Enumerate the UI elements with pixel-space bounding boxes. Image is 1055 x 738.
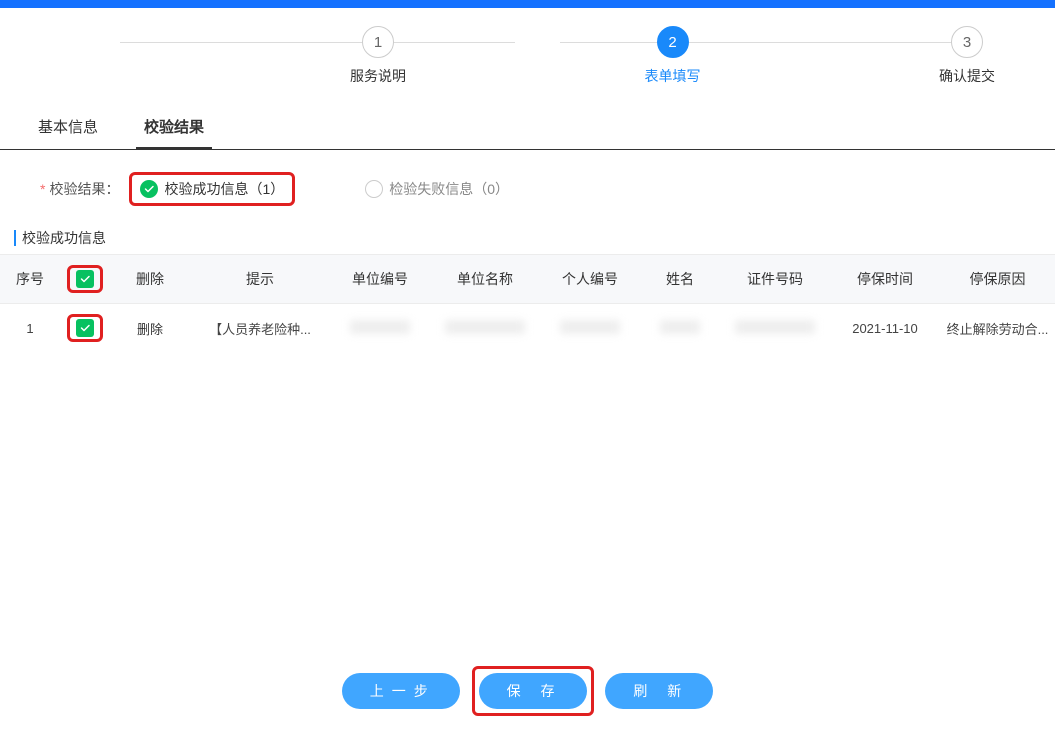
highlight-success-option: 校验成功信息（1）	[129, 172, 295, 206]
th-name: 姓名	[640, 255, 720, 304]
tab-verify-result[interactable]: 校验结果	[136, 106, 212, 150]
highlight-save-button: 保 存	[472, 666, 594, 716]
refresh-button[interactable]: 刷 新	[605, 673, 713, 709]
verify-table: 序号 删除 提示 单位编号 单位名称 个人编号 姓名 证件号码 停保时间 停保原…	[0, 254, 1055, 352]
cell-stopreason: 终止解除劳动合...	[940, 304, 1055, 353]
step-2: 2 表单填写	[645, 26, 701, 86]
cell-idno	[720, 304, 830, 353]
checkbox-all[interactable]	[76, 270, 94, 288]
th-stopreason: 停保原因	[940, 255, 1055, 304]
step-line	[560, 42, 955, 43]
step-label: 确认提交	[939, 66, 995, 86]
cell-delete[interactable]: 删除	[110, 304, 190, 353]
verify-result-label: 校验结果：	[49, 179, 119, 199]
th-idno: 证件号码	[720, 255, 830, 304]
th-delete: 删除	[110, 255, 190, 304]
th-seq: 序号	[0, 255, 60, 304]
radio-success[interactable]: 校验成功信息（1）	[140, 179, 284, 199]
step-label: 服务说明	[350, 66, 406, 86]
step-circle: 2	[657, 26, 689, 58]
cell-name	[640, 304, 720, 353]
th-unitname: 单位名称	[430, 255, 540, 304]
th-stoptime: 停保时间	[830, 255, 940, 304]
top-bar	[0, 0, 1055, 8]
radio-fail[interactable]: 检验失败信息（0）	[365, 179, 509, 199]
cell-checkbox	[60, 304, 110, 353]
section-title-text: 校验成功信息	[22, 228, 106, 248]
action-bar: 上一步 保 存 刷 新	[0, 652, 1055, 738]
radio-success-label: 校验成功信息（1）	[164, 179, 284, 199]
checkbox-row[interactable]	[76, 319, 94, 337]
cell-tip: 【人员养老险种...	[190, 304, 330, 353]
step-line	[120, 42, 515, 43]
th-unitno: 单位编号	[330, 255, 430, 304]
step-1: 1 服务说明	[350, 26, 406, 86]
th-tip: 提示	[190, 255, 330, 304]
highlight-row-checkbox	[67, 314, 103, 342]
table-row: 1 删除 【人员养老险种... 2021-11-10 终止解除劳动合...	[0, 304, 1055, 353]
cell-personno	[540, 304, 640, 353]
cell-unitname	[430, 304, 540, 353]
radio-fail-label: 检验失败信息（0）	[389, 179, 509, 199]
step-circle: 3	[951, 26, 983, 58]
spacer	[0, 352, 1055, 652]
section-title-success: 校验成功信息	[0, 228, 1055, 248]
required-star: *	[40, 181, 45, 197]
tab-basic-info[interactable]: 基本信息	[30, 106, 106, 149]
verify-result-row: * 校验结果： 校验成功信息（1） 检验失败信息（0）	[0, 150, 1055, 228]
cell-unitno	[330, 304, 430, 353]
stepper: 1 服务说明 2 表单填写 3 确认提交	[0, 8, 1055, 96]
step-circle: 1	[362, 26, 394, 58]
highlight-header-checkbox	[67, 265, 103, 293]
th-checkbox	[60, 255, 110, 304]
cell-seq: 1	[0, 304, 60, 353]
step-3: 3 确认提交	[939, 26, 995, 86]
th-personno: 个人编号	[540, 255, 640, 304]
table-header-row: 序号 删除 提示 单位编号 单位名称 个人编号 姓名 证件号码 停保时间 停保原…	[0, 255, 1055, 304]
prev-button[interactable]: 上一步	[342, 673, 460, 709]
radio-unchecked-icon	[365, 180, 383, 198]
save-button[interactable]: 保 存	[479, 673, 587, 709]
cell-stoptime: 2021-11-10	[830, 304, 940, 353]
tabs: 基本信息 校验结果	[0, 106, 1055, 150]
step-label: 表单填写	[645, 66, 701, 86]
check-circle-icon	[140, 180, 158, 198]
